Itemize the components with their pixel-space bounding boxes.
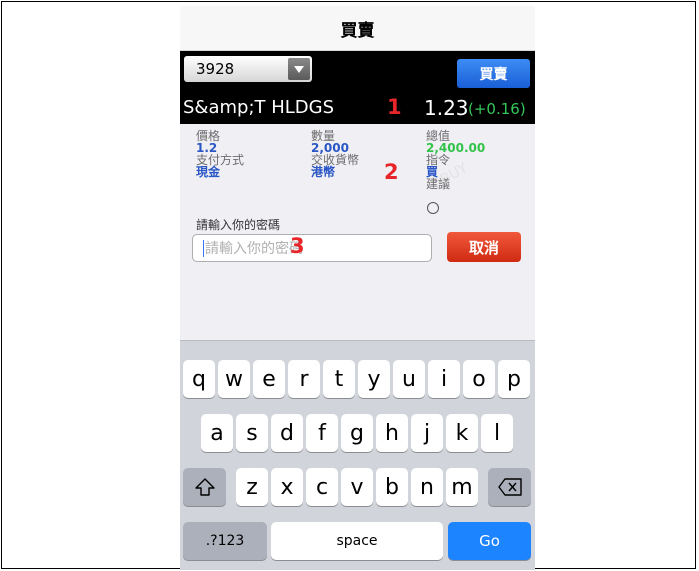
password-label: 請輸入你的密碼 bbox=[196, 218, 281, 232]
key-p[interactable]: p bbox=[498, 360, 530, 398]
key-h[interactable]: h bbox=[376, 414, 408, 452]
key-r[interactable]: r bbox=[288, 360, 320, 398]
currency-value: 港幣 bbox=[311, 165, 336, 179]
quantity-field: 數量 2,000 交收貨幣 港幣 bbox=[311, 130, 359, 178]
on-screen-keyboard: q w e r t y u i o p a s d f g h j k l z … bbox=[180, 340, 535, 570]
buy-sell-button[interactable]: 買賣 bbox=[457, 59, 530, 88]
shift-icon bbox=[194, 478, 215, 496]
key-v[interactable]: v bbox=[341, 468, 373, 506]
price-field: 價格 1.2 支付方式 現金 bbox=[196, 130, 244, 178]
stock-header: 3928 買賣 S&amp;T HLDGS 1 1.23 (+0.16) bbox=[180, 51, 535, 124]
text-caret bbox=[203, 240, 204, 257]
key-q[interactable]: q bbox=[183, 360, 215, 398]
key-g[interactable]: g bbox=[341, 414, 373, 452]
stock-code-select[interactable]: 3928 bbox=[184, 56, 312, 82]
shift-key[interactable] bbox=[183, 468, 226, 506]
key-b[interactable]: b bbox=[376, 468, 408, 506]
key-l[interactable]: l bbox=[481, 414, 513, 452]
stock-code-value: 3928 bbox=[196, 60, 235, 78]
password-placeholder: 請輸入你的密碼 bbox=[205, 241, 303, 257]
key-j[interactable]: j bbox=[411, 414, 443, 452]
key-m[interactable]: m bbox=[446, 468, 478, 506]
password-input[interactable]: 請輸入你的密碼 bbox=[192, 234, 432, 262]
numbers-key[interactable]: .?123 bbox=[183, 522, 267, 560]
payment-value: 現金 bbox=[196, 165, 221, 179]
chevron-down-icon[interactable] bbox=[288, 58, 310, 80]
key-a[interactable]: a bbox=[201, 414, 233, 452]
phone-screen: 買賣 3928 買賣 S&amp;T HLDGS 1 1.23 (+0.16) … bbox=[180, 6, 535, 570]
go-key[interactable]: Go bbox=[448, 522, 531, 560]
stock-name: S&amp;T HLDGS bbox=[183, 97, 335, 118]
stock-price: 1.23 bbox=[424, 96, 469, 120]
key-n[interactable]: n bbox=[411, 468, 443, 506]
key-i[interactable]: i bbox=[428, 360, 460, 398]
key-x[interactable]: x bbox=[271, 468, 303, 506]
key-s[interactable]: s bbox=[236, 414, 268, 452]
marker-2: 2 bbox=[384, 160, 399, 184]
suggest-checkbox[interactable] bbox=[427, 202, 439, 214]
key-w[interactable]: w bbox=[218, 360, 250, 398]
key-e[interactable]: e bbox=[253, 360, 285, 398]
marker-3: 3 bbox=[290, 234, 305, 258]
space-key[interactable]: space bbox=[271, 522, 443, 560]
key-y[interactable]: y bbox=[358, 360, 390, 398]
page-title: 買賣 bbox=[340, 20, 375, 41]
backspace-icon bbox=[497, 478, 522, 496]
nav-bar: 買賣 bbox=[180, 6, 535, 51]
marker-1: 1 bbox=[387, 95, 402, 119]
key-z[interactable]: z bbox=[236, 468, 268, 506]
price-change: (+0.16) bbox=[468, 100, 526, 118]
key-d[interactable]: d bbox=[271, 414, 303, 452]
key-c[interactable]: c bbox=[306, 468, 338, 506]
key-u[interactable]: u bbox=[393, 360, 425, 398]
key-f[interactable]: f bbox=[306, 414, 338, 452]
key-o[interactable]: o bbox=[463, 360, 495, 398]
cancel-button[interactable]: 取消 bbox=[447, 232, 521, 262]
key-k[interactable]: k bbox=[446, 414, 478, 452]
key-t[interactable]: t bbox=[323, 360, 355, 398]
backspace-key[interactable] bbox=[488, 468, 531, 506]
